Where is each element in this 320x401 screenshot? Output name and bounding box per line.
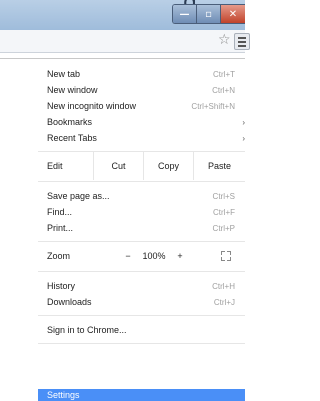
close-button[interactable]: ✕: [221, 5, 245, 23]
menu-item-shortcut: Ctrl+Shift+N: [191, 101, 235, 111]
chrome-main-menu: New tab Ctrl+T New window Ctrl+N New inc…: [0, 58, 245, 401]
menu-item-shortcut: Ctrl+H: [212, 281, 235, 291]
menu-item-label: New tab: [47, 69, 81, 79]
menu-item-settings[interactable]: Settings: [38, 389, 245, 401]
zoom-label: Zoom: [47, 251, 71, 261]
menu-divider: [38, 271, 245, 272]
menu-item-label: New incognito window: [47, 101, 137, 111]
menu-item-shortcut: Ctrl+P: [212, 223, 235, 233]
submenu-arrow-icon: ›: [242, 133, 245, 143]
menu-item-shortcut: Ctrl+F: [213, 207, 235, 217]
menu-divider: [38, 343, 245, 344]
menu-item-label: Settings: [47, 390, 80, 400]
edit-label: Edit: [47, 161, 63, 171]
menu-item-find[interactable]: Find... Ctrl+F: [0, 204, 245, 220]
zoom-level: 100%: [142, 251, 166, 261]
menu-item-bookmarks[interactable]: Bookmarks ›: [0, 114, 245, 130]
submenu-arrow-icon: ›: [242, 117, 245, 127]
menu-item-label: History: [47, 281, 76, 291]
menu-divider: [38, 181, 245, 182]
menu-item-new-incognito-window[interactable]: New incognito window Ctrl+Shift+N: [0, 98, 245, 114]
star-icon[interactable]: ☆: [218, 32, 231, 48]
menu-item-label: Print...: [47, 223, 74, 233]
menu-item-shortcut: Ctrl+S: [212, 191, 235, 201]
browser-toolbar: ☆: [0, 30, 250, 53]
menu-item-label: Bookmarks: [47, 117, 93, 127]
menu-item-print[interactable]: Print... Ctrl+P: [0, 220, 245, 236]
copy-button[interactable]: Copy: [143, 152, 193, 180]
menu-item-label: Recent Tabs: [47, 133, 97, 143]
menu-item-downloads[interactable]: Downloads Ctrl+J: [0, 294, 245, 310]
menu-item-save-page-as[interactable]: Save page as... Ctrl+S: [0, 188, 245, 204]
menu-item-new-tab[interactable]: New tab Ctrl+T: [0, 66, 245, 82]
maximize-button[interactable]: ▫: [197, 5, 221, 23]
menu-item-recent-tabs[interactable]: Recent Tabs ›: [0, 130, 245, 146]
menu-item-sign-in[interactable]: Sign in to Chrome...: [0, 322, 245, 338]
menu-item-label: New window: [47, 85, 98, 95]
minimize-button[interactable]: —: [173, 5, 197, 23]
menu-item-shortcut: Ctrl+T: [213, 69, 235, 79]
zoom-controls: − 100% +: [117, 251, 191, 261]
menu-item-label: Save page as...: [47, 191, 110, 201]
menu-item-label: Find...: [47, 207, 73, 217]
menu-item-label: Downloads: [47, 297, 92, 307]
zoom-out-button[interactable]: −: [117, 251, 139, 261]
window-titlebar: g — ▫ ✕: [0, 0, 245, 30]
zoom-in-button[interactable]: +: [169, 251, 191, 261]
menu-item-shortcut: Ctrl+J: [213, 297, 235, 307]
menu-item-history[interactable]: History Ctrl+H: [0, 278, 245, 294]
menu-item-shortcut: Ctrl+N: [212, 85, 235, 95]
menu-divider: [38, 315, 245, 316]
edit-row: Edit Cut Copy Paste: [38, 152, 245, 180]
menu-item-new-window[interactable]: New window Ctrl+N: [0, 82, 245, 98]
hamburger-menu-icon[interactable]: [234, 33, 250, 50]
cut-button[interactable]: Cut: [93, 152, 143, 180]
window-controls: — ▫ ✕: [172, 4, 245, 24]
menu-item-label: Sign in to Chrome...: [47, 325, 127, 335]
zoom-row: Zoom − 100% +: [38, 242, 245, 270]
fullscreen-icon[interactable]: [221, 251, 231, 261]
paste-button[interactable]: Paste: [193, 152, 245, 180]
